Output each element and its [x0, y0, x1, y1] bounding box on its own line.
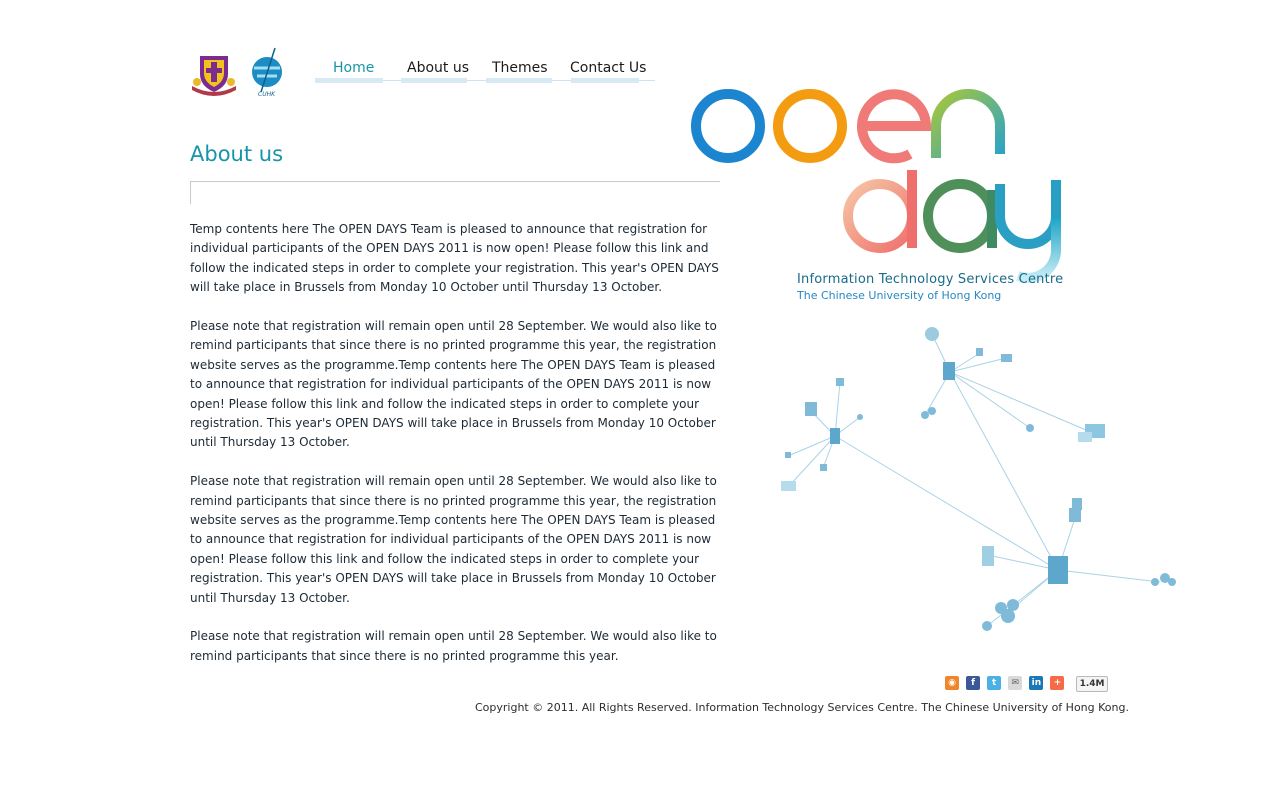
- email-icon[interactable]: ✉: [1008, 676, 1023, 690]
- itsc-logo-text: CUHK: [258, 91, 276, 98]
- main-nav: Home About us Themes Contact Us: [315, 58, 655, 88]
- main-content: Temp contents here The OPEN DAYS Team is…: [190, 220, 722, 686]
- rss-icon[interactable]: ◉: [945, 676, 959, 690]
- org-name: Information Technology Services Centre: [797, 272, 1064, 287]
- twitter-icon[interactable]: t: [987, 676, 1002, 690]
- social-share-bar: ◉ f t ✉ in + 1.4M: [945, 676, 1109, 692]
- cuhk-crest-logo[interactable]: [190, 52, 238, 96]
- addthis-icon[interactable]: +: [1050, 676, 1065, 690]
- nav-item-contact-us[interactable]: Contact Us: [570, 60, 646, 76]
- copyright-text: Copyright © 2011. All Rights Reserved. I…: [475, 701, 1129, 714]
- page-title: About us: [190, 142, 284, 166]
- nav-item-about-us[interactable]: About us: [407, 60, 469, 76]
- nav-item-home[interactable]: Home: [333, 60, 374, 76]
- itsc-logo[interactable]: CUHK: [249, 46, 287, 98]
- nav-underline-contact: [571, 78, 639, 83]
- nav-underline-themes: [486, 78, 552, 83]
- title-divider: [190, 181, 720, 204]
- facebook-icon[interactable]: f: [966, 676, 981, 690]
- network-illustration: [775, 320, 1195, 650]
- content-paragraph: Please note that registration will remai…: [190, 319, 717, 450]
- content-paragraph: Please note that registration will remai…: [190, 629, 717, 663]
- org-subtitle: The Chinese University of Hong Kong: [797, 289, 1002, 302]
- nav-underline-about: [401, 78, 467, 83]
- nav-underline-home: [315, 78, 383, 83]
- linkedin-icon[interactable]: in: [1029, 676, 1044, 690]
- share-count[interactable]: 1.4M: [1075, 676, 1109, 692]
- content-paragraph: Temp contents here The OPEN DAYS Team is…: [190, 222, 719, 295]
- content-paragraph: Please note that registration will remai…: [190, 474, 717, 605]
- nav-item-themes[interactable]: Themes: [492, 60, 548, 76]
